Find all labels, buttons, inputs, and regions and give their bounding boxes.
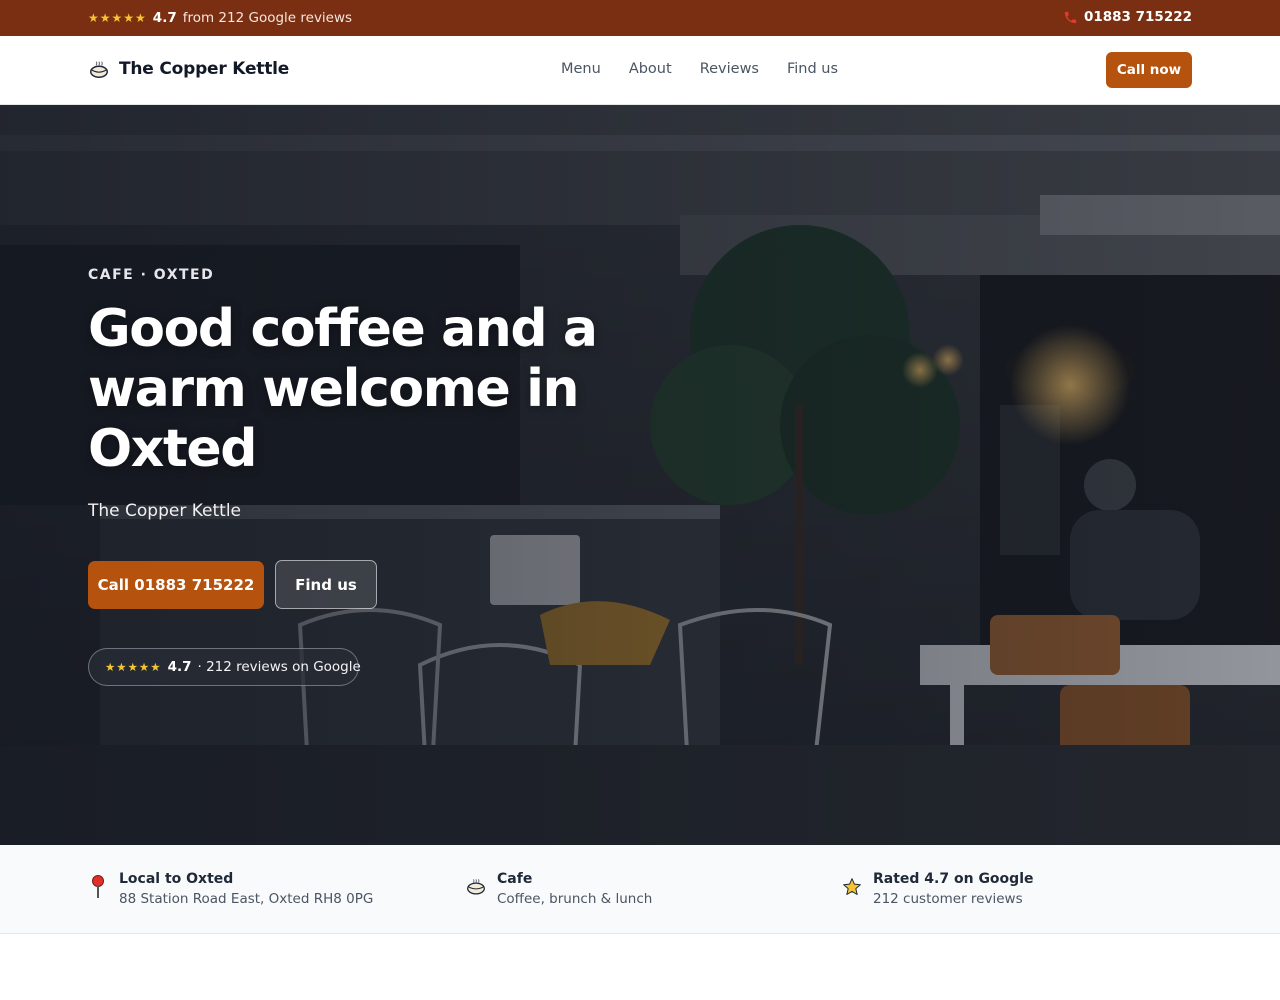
feature-title: Local to Oxted xyxy=(119,871,234,887)
feature-cafe: Cafe Coffee, brunch & lunch xyxy=(466,871,652,907)
google-rating-summary: ★★★★★ 4.7 from 212 Google reviews xyxy=(88,10,352,26)
rating-reviews-text: from 212 Google reviews xyxy=(182,10,353,26)
hero-eyebrow: CAFE · OXTED xyxy=(88,267,215,283)
google-reviews-badge[interactable]: ★★★★★ 4.7 · 212 reviews on Google xyxy=(88,648,361,686)
map-pin-icon xyxy=(88,871,108,898)
call-now-button[interactable]: Call now xyxy=(1106,52,1192,88)
kettle-logo-icon xyxy=(90,61,108,78)
feature-location: Local to Oxted 88 Station Road East, Oxt… xyxy=(88,871,373,907)
find-us-button[interactable]: Find us xyxy=(275,560,377,609)
rating-stars: ★★★★★ xyxy=(88,11,147,25)
feature-desc: Coffee, brunch & lunch xyxy=(497,891,653,907)
review-rating: 4.7 xyxy=(167,659,192,675)
feature-title: Rated 4.7 on Google xyxy=(873,871,1034,887)
brand-logo-link[interactable]: The Copper Kettle xyxy=(88,58,289,80)
hero-subtitle: The Copper Kettle xyxy=(88,501,241,521)
hero-section: CAFE · OXTED Good coffee and a warm welc… xyxy=(0,105,1280,845)
star-icon xyxy=(842,871,862,895)
feature-desc: 88 Station Road East, Oxted RH8 0PG xyxy=(119,891,374,907)
review-stars: ★★★★★ xyxy=(105,660,162,674)
main-nav: Menu About Reviews Find us xyxy=(561,61,838,77)
site-header: The Copper Kettle Menu About Reviews Fin… xyxy=(0,36,1280,105)
nav-find-us[interactable]: Find us xyxy=(787,61,838,77)
nav-about[interactable]: About xyxy=(629,61,672,77)
nav-menu[interactable]: Menu xyxy=(561,61,601,77)
feature-title: Cafe xyxy=(497,871,533,887)
hero-title: Good coffee and a warm welcome in Oxted xyxy=(88,299,598,479)
review-text: · 212 reviews on Google xyxy=(197,659,361,675)
top-bar: ★★★★★ 4.7 from 212 Google reviews 01883 … xyxy=(0,0,1280,36)
features-strip: Local to Oxted 88 Station Road East, Oxt… xyxy=(0,845,1280,934)
feature-desc: 212 customer reviews xyxy=(873,891,1023,907)
coffee-cup-icon xyxy=(466,871,486,895)
phone-icon xyxy=(1064,11,1077,23)
nav-reviews[interactable]: Reviews xyxy=(700,61,759,77)
feature-rating: Rated 4.7 on Google 212 customer reviews xyxy=(842,871,1034,907)
topbar-phone-link[interactable]: 01883 715222 xyxy=(1063,9,1192,25)
rating-value: 4.7 xyxy=(152,10,177,26)
brand-name: The Copper Kettle xyxy=(119,59,290,79)
call-phone-button[interactable]: Call 01883 715222 xyxy=(88,561,264,609)
hero-content: CAFE · OXTED Good coffee and a warm welc… xyxy=(88,105,728,845)
phone-number: 01883 715222 xyxy=(1083,9,1192,25)
